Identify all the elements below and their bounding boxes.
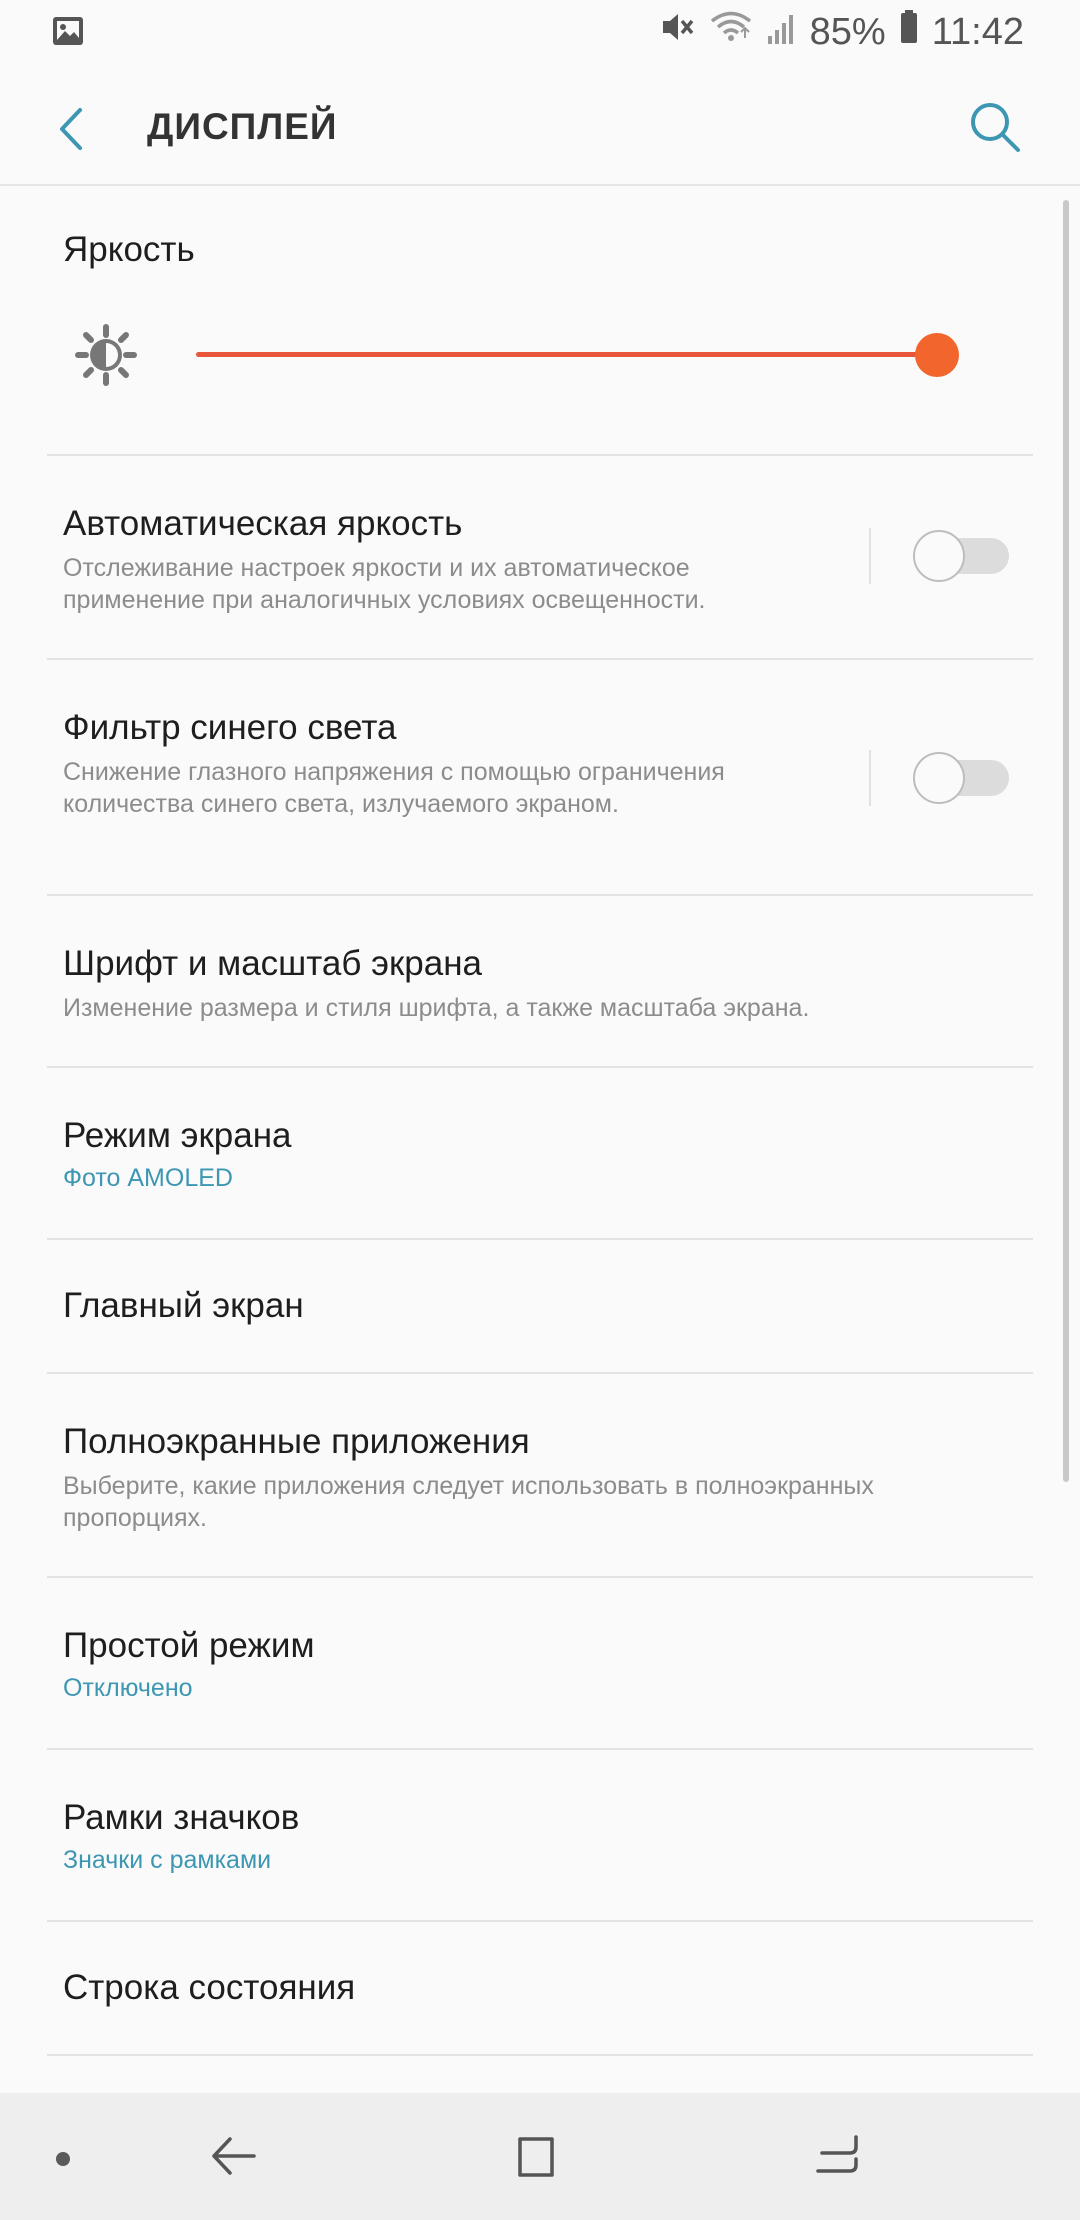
font-scale-subtitle: Изменение размера и стиля шрифта, а такж… (63, 994, 810, 1022)
chevron-left-icon[interactable] (52, 104, 92, 154)
home-screen-title: Главный экран (63, 1286, 304, 1325)
brightness-slider-thumb[interactable] (915, 333, 959, 377)
fullscreen-apps-row[interactable]: Полноэкранные приложения Выберите, какие… (47, 1374, 1033, 1578)
back-arrow-icon[interactable] (210, 2133, 256, 2179)
auto-brightness-toggle[interactable] (913, 530, 1009, 582)
icon-frames-title: Рамки значков (63, 1798, 300, 1837)
home-screen-row[interactable]: Главный экран (47, 1240, 1033, 1374)
blue-light-filter-toggle[interactable] (913, 752, 1009, 804)
auto-brightness-row[interactable]: Автоматическая яркость Отслеживание наст… (47, 456, 1033, 660)
icon-frames-value: Значки с рамками (63, 1846, 272, 1874)
battery-icon (900, 10, 918, 54)
auto-brightness-title: Автоматическая яркость (63, 504, 463, 543)
brightness-label: Яркость (63, 230, 195, 269)
font-scale-title: Шрифт и масштаб экрана (63, 944, 483, 983)
status-bar-setting-title: Строка состояния (63, 1968, 356, 2007)
easy-mode-title: Простой режим (63, 1626, 315, 1665)
mute-icon (660, 10, 696, 54)
navigation-bar (0, 2093, 1080, 2220)
icon-frames-row[interactable]: Рамки значков Значки с рамками (47, 1750, 1033, 1922)
fullscreen-apps-title: Полноэкранные приложения (63, 1422, 530, 1461)
page-title: ДИСПЛЕЙ (147, 106, 338, 147)
home-icon[interactable] (512, 2133, 560, 2181)
toggle-divider (869, 528, 871, 584)
gallery-notification-icon (52, 16, 84, 51)
fullscreen-apps-subtitle: Выберите, какие приложения следует испол… (63, 1472, 874, 1532)
search-icon[interactable] (966, 98, 1024, 156)
settings-list[interactable]: Яркость Автоматическая яркость Отслежива… (0, 188, 1080, 2093)
battery-percent: 85% (809, 10, 886, 53)
status-bar-setting-row[interactable]: Строка состояния (47, 1922, 1033, 2056)
auto-brightness-subtitle: Отслеживание настроек яркости и их автом… (63, 554, 706, 614)
status-bar: 85% 11:42 (0, 0, 1080, 64)
signal-icon (766, 11, 796, 54)
brightness-section: Яркость (47, 188, 1033, 456)
screen-mode-value: Фото AMOLED (63, 1164, 233, 1192)
blue-light-filter-title: Фильтр синего света (63, 708, 397, 747)
easy-mode-row[interactable]: Простой режим Отключено (47, 1578, 1033, 1750)
recent-apps-icon[interactable] (812, 2133, 862, 2181)
clock: 11:42 (931, 10, 1024, 53)
scrollbar[interactable] (1063, 200, 1069, 1482)
screen-mode-row[interactable]: Режим экрана Фото AMOLED (47, 1068, 1033, 1240)
nav-dot-icon[interactable] (56, 2152, 70, 2166)
wifi-icon (710, 10, 752, 54)
easy-mode-value: Отключено (63, 1674, 193, 1702)
toggle-knob (913, 752, 965, 804)
brightness-sun-icon (75, 324, 137, 386)
font-scale-row[interactable]: Шрифт и масштаб экрана Изменение размера… (47, 896, 1033, 1068)
toggle-knob (913, 530, 965, 582)
screen-mode-title: Режим экрана (63, 1116, 292, 1155)
brightness-slider-track[interactable] (196, 352, 920, 357)
toggle-divider (869, 750, 871, 806)
blue-light-filter-subtitle: Снижение глазного напряжения с помощью о… (63, 758, 725, 818)
app-bar: ДИСПЛЕЙ (0, 64, 1080, 186)
blue-light-filter-row[interactable]: Фильтр синего света Снижение глазного на… (47, 660, 1033, 896)
